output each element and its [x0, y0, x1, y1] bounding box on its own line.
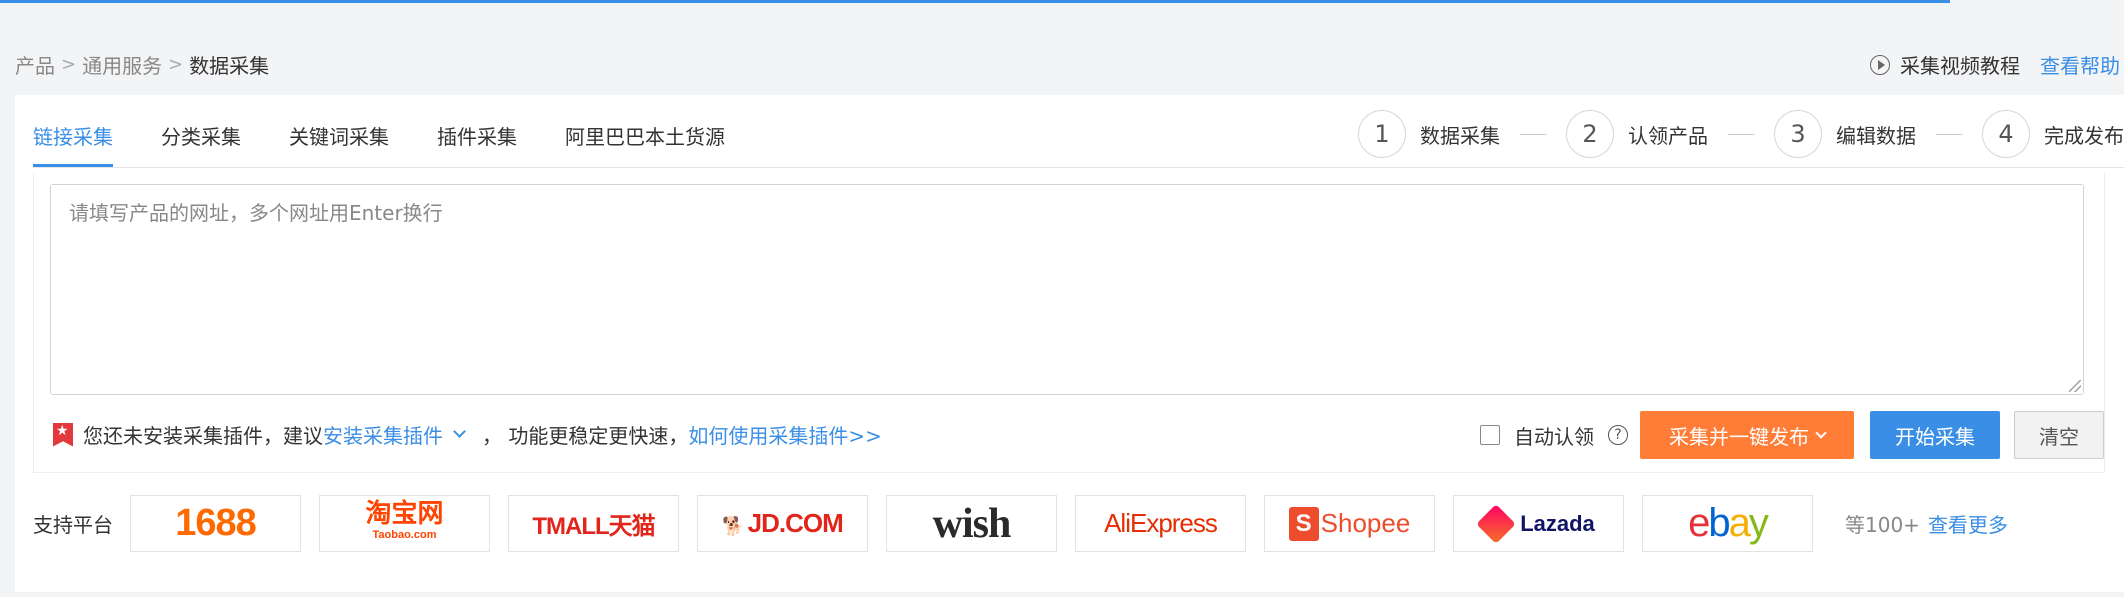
question-icon[interactable]: ?	[1608, 425, 1628, 445]
logo-taobao: 淘宝网 Taobao.com	[365, 500, 443, 546]
plugin-notice: 您还未安装采集插件，建议 安装采集插件 ， 功能更稳定更快速， 如何使用采集插件…	[53, 420, 882, 449]
notice-text: 您还未安装采集插件，建议	[83, 424, 323, 448]
logo-shopee-text: Shopee	[1320, 508, 1411, 538]
collect-and-publish-button[interactable]: 采集并一键发布	[1640, 411, 1854, 459]
url-textarea[interactable]	[51, 185, 2083, 394]
process-steps: 1 数据采集 2 认领产品 3 编辑数据 4 完成发布	[1358, 110, 2124, 158]
ebay-letter: y	[1748, 501, 1769, 545]
platform-lazada[interactable]: Lazada	[1453, 495, 1624, 552]
view-help-link[interactable]: 查看帮助	[2040, 50, 2120, 79]
ebay-letter: b	[1708, 501, 1730, 545]
step-label: 认领产品	[1628, 123, 1708, 148]
ebay-letter: e	[1688, 501, 1710, 545]
step-number: 2	[1566, 110, 1614, 158]
howto-plugin-link[interactable]: 如何使用采集插件>>	[688, 420, 882, 449]
action-bar: 自动认领 ? 采集并一键发布 开始采集 清空	[1480, 411, 2104, 459]
step-number: 4	[1982, 110, 2030, 158]
start-collect-button[interactable]: 开始采集	[1870, 411, 2000, 459]
platform-aliexpress[interactable]: AliExpress	[1075, 495, 1246, 552]
step-3: 3 编辑数据	[1774, 110, 1916, 158]
shopee-bag-icon: S	[1288, 506, 1319, 541]
logo-jd: 🐕 JD.COM	[722, 508, 844, 539]
video-tutorial-link[interactable]: 采集视频教程	[1900, 50, 2020, 79]
platform-shopee[interactable]: S Shopee	[1264, 495, 1435, 552]
view-more-link[interactable]: 查看更多	[1928, 509, 2008, 538]
install-plugin-link[interactable]: 安装采集插件	[323, 420, 443, 449]
clear-button[interactable]: 清空	[2014, 411, 2104, 459]
logo-jd-text: JD.COM	[747, 508, 844, 538]
page-load-progress	[0, 0, 1950, 3]
logo-tmall: TMALL天猫	[532, 513, 655, 540]
auto-claim-checkbox[interactable]	[1480, 425, 1500, 445]
step-number: 1	[1358, 110, 1406, 158]
step-label: 完成发布	[2044, 123, 2124, 148]
collection-panel: 链接采集 分类采集 关键词采集 插件采集 阿里巴巴本土货源 1 数据采集 2 认…	[15, 95, 2124, 592]
tab-link-collect[interactable]: 链接采集	[33, 95, 113, 167]
logo-lazada-text: Lazada	[1520, 510, 1595, 536]
step-4: 4 完成发布	[1982, 110, 2124, 158]
ebay-letter: a	[1728, 501, 1751, 545]
tab-alibaba-local-supply[interactable]: 阿里巴巴本土货源	[565, 95, 725, 167]
step-connector	[1520, 133, 1546, 135]
step-2: 2 认领产品	[1566, 110, 1708, 158]
logo-wish: wish	[932, 500, 1012, 547]
platforms-label: 支持平台	[33, 513, 113, 537]
auto-claim-label[interactable]: 自动认领	[1514, 421, 1594, 450]
platform-1688[interactable]: 1688	[130, 495, 301, 552]
step-connector	[1936, 133, 1962, 135]
breadcrumb-bar: 产品 > 通用服务 > 数据采集 采集视频教程 查看帮助	[0, 44, 2124, 84]
logo-aliexpress: AliExpress	[1104, 508, 1218, 538]
tab-divider	[33, 167, 2124, 168]
breadcrumb: 产品 > 通用服务 > 数据采集	[15, 50, 269, 79]
step-connector	[1728, 133, 1754, 135]
lazada-heart-icon	[1476, 503, 1517, 544]
resize-handle[interactable]	[2069, 380, 2081, 392]
platform-ebay[interactable]: ebay	[1642, 495, 1813, 552]
tab-category-collect[interactable]: 分类采集	[161, 95, 241, 167]
jd-dog-icon: 🐕	[722, 516, 744, 536]
collect-and-publish-label: 采集并一键发布	[1669, 424, 1809, 449]
chevron-down-icon	[1815, 426, 1827, 439]
platform-tmall[interactable]: TMALL天猫	[508, 495, 679, 552]
tab-plugin-collect[interactable]: 插件采集	[437, 95, 517, 167]
step-1: 1 数据采集	[1358, 110, 1500, 158]
collection-tabs: 链接采集 分类采集 关键词采集 插件采集 阿里巴巴本土货源	[33, 95, 773, 167]
breadcrumb-separator: >	[168, 54, 184, 75]
bookmark-star-icon	[53, 422, 73, 447]
help-area: 采集视频教程 查看帮助	[1870, 50, 2120, 79]
chevron-down-icon[interactable]	[453, 425, 466, 438]
breadcrumb-item-general-services[interactable]: 通用服务	[82, 50, 162, 79]
platform-jd[interactable]: 🐕 JD.COM	[697, 495, 868, 552]
breadcrumb-item-products[interactable]: 产品	[15, 50, 55, 79]
play-circle-icon[interactable]	[1870, 54, 1890, 75]
logo-lazada: Lazada	[1476, 503, 1595, 544]
url-input-wrapper	[50, 184, 2084, 395]
logo-taobao-sub: Taobao.com	[372, 528, 437, 541]
breadcrumb-current: 数据采集	[189, 54, 270, 78]
platform-taobao[interactable]: 淘宝网 Taobao.com	[319, 495, 490, 552]
tab-keyword-collect[interactable]: 关键词采集	[289, 95, 389, 167]
step-label: 数据采集	[1420, 123, 1500, 148]
supported-platforms: 支持平台 1688 淘宝网 Taobao.com TMALL天猫 🐕 JD.COM…	[33, 495, 2008, 552]
breadcrumb-separator: >	[61, 54, 77, 75]
logo-1688: 1688	[175, 502, 257, 544]
logo-ebay: ebay	[1688, 501, 1769, 546]
logo-shopee: S Shopee	[1288, 506, 1411, 541]
step-number: 3	[1774, 110, 1822, 158]
more-count: 等100+	[1845, 513, 1920, 537]
platform-wish[interactable]: wish	[886, 495, 1057, 552]
step-label: 编辑数据	[1836, 123, 1916, 148]
notice-middle-text: ， 功能更稳定更快速，	[482, 424, 689, 448]
